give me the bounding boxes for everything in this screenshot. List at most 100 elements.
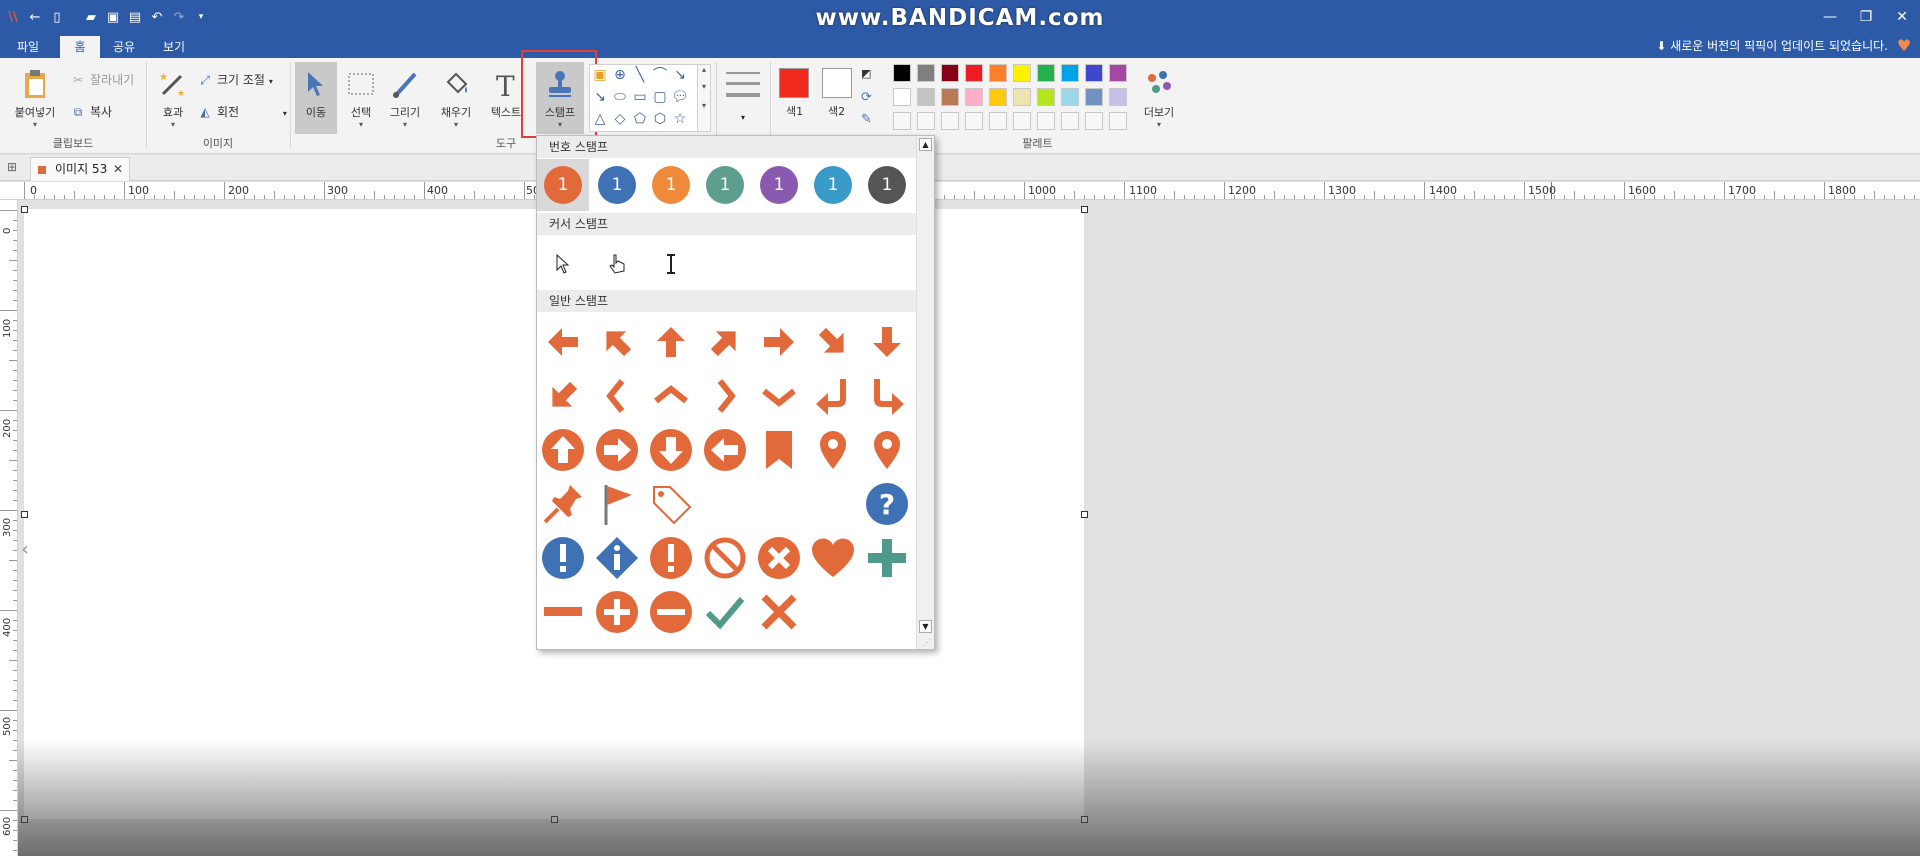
tab-home[interactable]: 홈 (60, 36, 100, 58)
palette-swatch[interactable] (1109, 88, 1127, 106)
stamp-circle-left-arrow[interactable] (699, 424, 751, 476)
close-tab-icon[interactable]: ✕ (113, 158, 123, 180)
stamp-down-left-arrow[interactable] (537, 370, 589, 422)
number-stamp[interactable]: 1 (807, 159, 859, 211)
stamp-minus-circle[interactable] (645, 586, 697, 638)
palette-swatch[interactable] (1061, 112, 1079, 130)
eyedropper-icon[interactable]: ✎ (861, 110, 872, 130)
stamp-plus[interactable] (861, 532, 913, 584)
effect-button[interactable]: ★ ★ 효과 ▾ (152, 62, 194, 134)
resize-handle[interactable] (1081, 511, 1088, 518)
select-tool-button[interactable]: 선택 ▾ (340, 62, 382, 134)
stamp-question-circle[interactable]: ? (861, 478, 913, 530)
stamp-turn-right-arrow[interactable] (861, 370, 913, 422)
palette-swatch[interactable] (965, 112, 983, 130)
stamp-up-left-arrow[interactable] (591, 316, 643, 368)
shape-gallery-scroll[interactable]: ▴ ▾ ▾ (697, 64, 711, 132)
stamp-down-arrow[interactable] (861, 316, 913, 368)
expand-gallery-icon[interactable]: ▾ (698, 101, 710, 110)
stamp-price-tag[interactable] (645, 478, 697, 530)
palette-swatch[interactable] (989, 64, 1007, 82)
resize-handle[interactable] (21, 511, 28, 518)
ellipse-shape-icon[interactable]: ⬭ (610, 87, 630, 107)
stamp-info-diamond[interactable] (591, 532, 643, 584)
crosshair-shape-icon[interactable]: ⊕ (610, 65, 630, 85)
palette-swatch[interactable] (1061, 88, 1079, 106)
number-stamp[interactable]: 1 (699, 159, 751, 211)
stamp-heart[interactable] (807, 532, 859, 584)
resize-grip-icon[interactable]: ⋰ (923, 638, 931, 647)
palette-swatch[interactable] (893, 88, 911, 106)
restore-icon[interactable]: ❐ (1848, 0, 1884, 34)
tab-file[interactable]: 파일 (8, 36, 48, 58)
stamp-chevron-down[interactable] (753, 370, 805, 422)
stamp-turn-left-arrow[interactable] (807, 370, 859, 422)
callout-shape-icon[interactable]: 💬︎ (670, 87, 690, 107)
palette-swatch[interactable] (1013, 88, 1031, 106)
number-stamp[interactable]: 1 (753, 159, 805, 211)
rect-select-shape-icon[interactable]: ▣ (590, 65, 610, 85)
triangle-shape-icon[interactable]: △ (590, 109, 610, 129)
scroll-down-icon[interactable]: ▾ (698, 82, 710, 91)
number-stamp[interactable]: 1 (591, 159, 643, 211)
palette-swatch[interactable] (989, 112, 1007, 130)
palette-swatch[interactable] (1085, 88, 1103, 106)
color2-label[interactable]: 색2 (828, 102, 845, 122)
stamp-plus-circle[interactable] (591, 586, 643, 638)
color1-label[interactable]: 색1 (786, 102, 803, 122)
stamp-up-arrow[interactable] (645, 316, 697, 368)
stamp-flag[interactable] (591, 478, 643, 530)
rounded-rect-shape-icon[interactable]: ▢ (650, 87, 670, 107)
stamp-pushpin[interactable] (537, 478, 589, 530)
palette-swatch[interactable] (1061, 64, 1079, 82)
stamp-circle-up-arrow[interactable] (537, 424, 589, 476)
stamp-circle-down-arrow[interactable] (645, 424, 697, 476)
pentagon-shape-icon[interactable]: ⬠ (630, 109, 650, 129)
minimize-icon[interactable]: — (1812, 0, 1848, 34)
palette-swatch[interactable] (965, 88, 983, 106)
stamp-x-circle[interactable] (753, 532, 805, 584)
stamp-exclamation-circle-blue[interactable] (537, 532, 589, 584)
number-stamp[interactable]: 1 (537, 159, 589, 211)
color1-swatch[interactable] (779, 68, 809, 98)
stamp-location-pin[interactable] (861, 424, 913, 476)
cursor-stamp-arrow[interactable] (537, 238, 589, 290)
rectangle-shape-icon[interactable]: ▭ (630, 87, 650, 107)
line-arrow-shape-icon[interactable]: ↘ (590, 87, 610, 107)
curve-shape-icon[interactable]: ⌒ (650, 65, 670, 85)
cursor-stamp-hand[interactable] (591, 238, 643, 290)
stamp-right-arrow[interactable] (753, 316, 805, 368)
chevron-left-icon[interactable]: ‹ (18, 530, 32, 570)
heart-icon[interactable]: ♥ (1894, 36, 1914, 56)
shape-gallery[interactable]: ▣ ⊕ ╲ ⌒ ↘ ↘ ⬭ ▭ ▢ 💬︎ △ ◇ ⬠ ⬡ ☆ (589, 64, 707, 132)
swap-colors-icon[interactable]: ◩ (861, 64, 871, 84)
stamp-bookmark[interactable] (753, 424, 805, 476)
palette-swatch[interactable] (1013, 64, 1031, 82)
rotate-button[interactable]: ◭ 회전 ▾ (197, 102, 287, 122)
color2-swatch[interactable] (822, 68, 852, 98)
stamp-circle-right-arrow[interactable] (591, 424, 643, 476)
palette-swatch[interactable] (1109, 112, 1127, 130)
stamp-chevron-left[interactable] (591, 370, 643, 422)
palette-swatch[interactable] (965, 64, 983, 82)
stamp-map-pin[interactable] (807, 424, 859, 476)
palette-swatch[interactable] (1085, 64, 1103, 82)
palette-swatch[interactable] (1037, 88, 1055, 106)
scroll-down-icon[interactable]: ▼ (919, 620, 932, 633)
palette-swatch[interactable] (1013, 112, 1031, 130)
fill-tool-button[interactable]: 채우기 ▾ (432, 62, 480, 134)
palette-swatch[interactable] (917, 112, 935, 130)
stamp-minus[interactable] (537, 586, 589, 638)
number-stamp[interactable]: 1 (861, 159, 913, 211)
arrow-shape-icon[interactable]: ↘ (670, 65, 690, 85)
palette-swatch[interactable] (941, 112, 959, 130)
stamp-check-mark[interactable] (699, 586, 751, 638)
scroll-up-icon[interactable]: ▴ (698, 65, 710, 74)
grid-view-icon[interactable]: ⊞ (7, 160, 17, 174)
palette-swatch[interactable] (1037, 64, 1055, 82)
reset-colors-icon[interactable]: ⟳ (861, 88, 872, 108)
outline-width-button[interactable]: ▾ (722, 64, 764, 134)
palette-swatch[interactable] (917, 64, 935, 82)
stamp-chevron-right[interactable] (699, 370, 751, 422)
draw-tool-button[interactable]: 그리기 ▾ (384, 62, 426, 134)
